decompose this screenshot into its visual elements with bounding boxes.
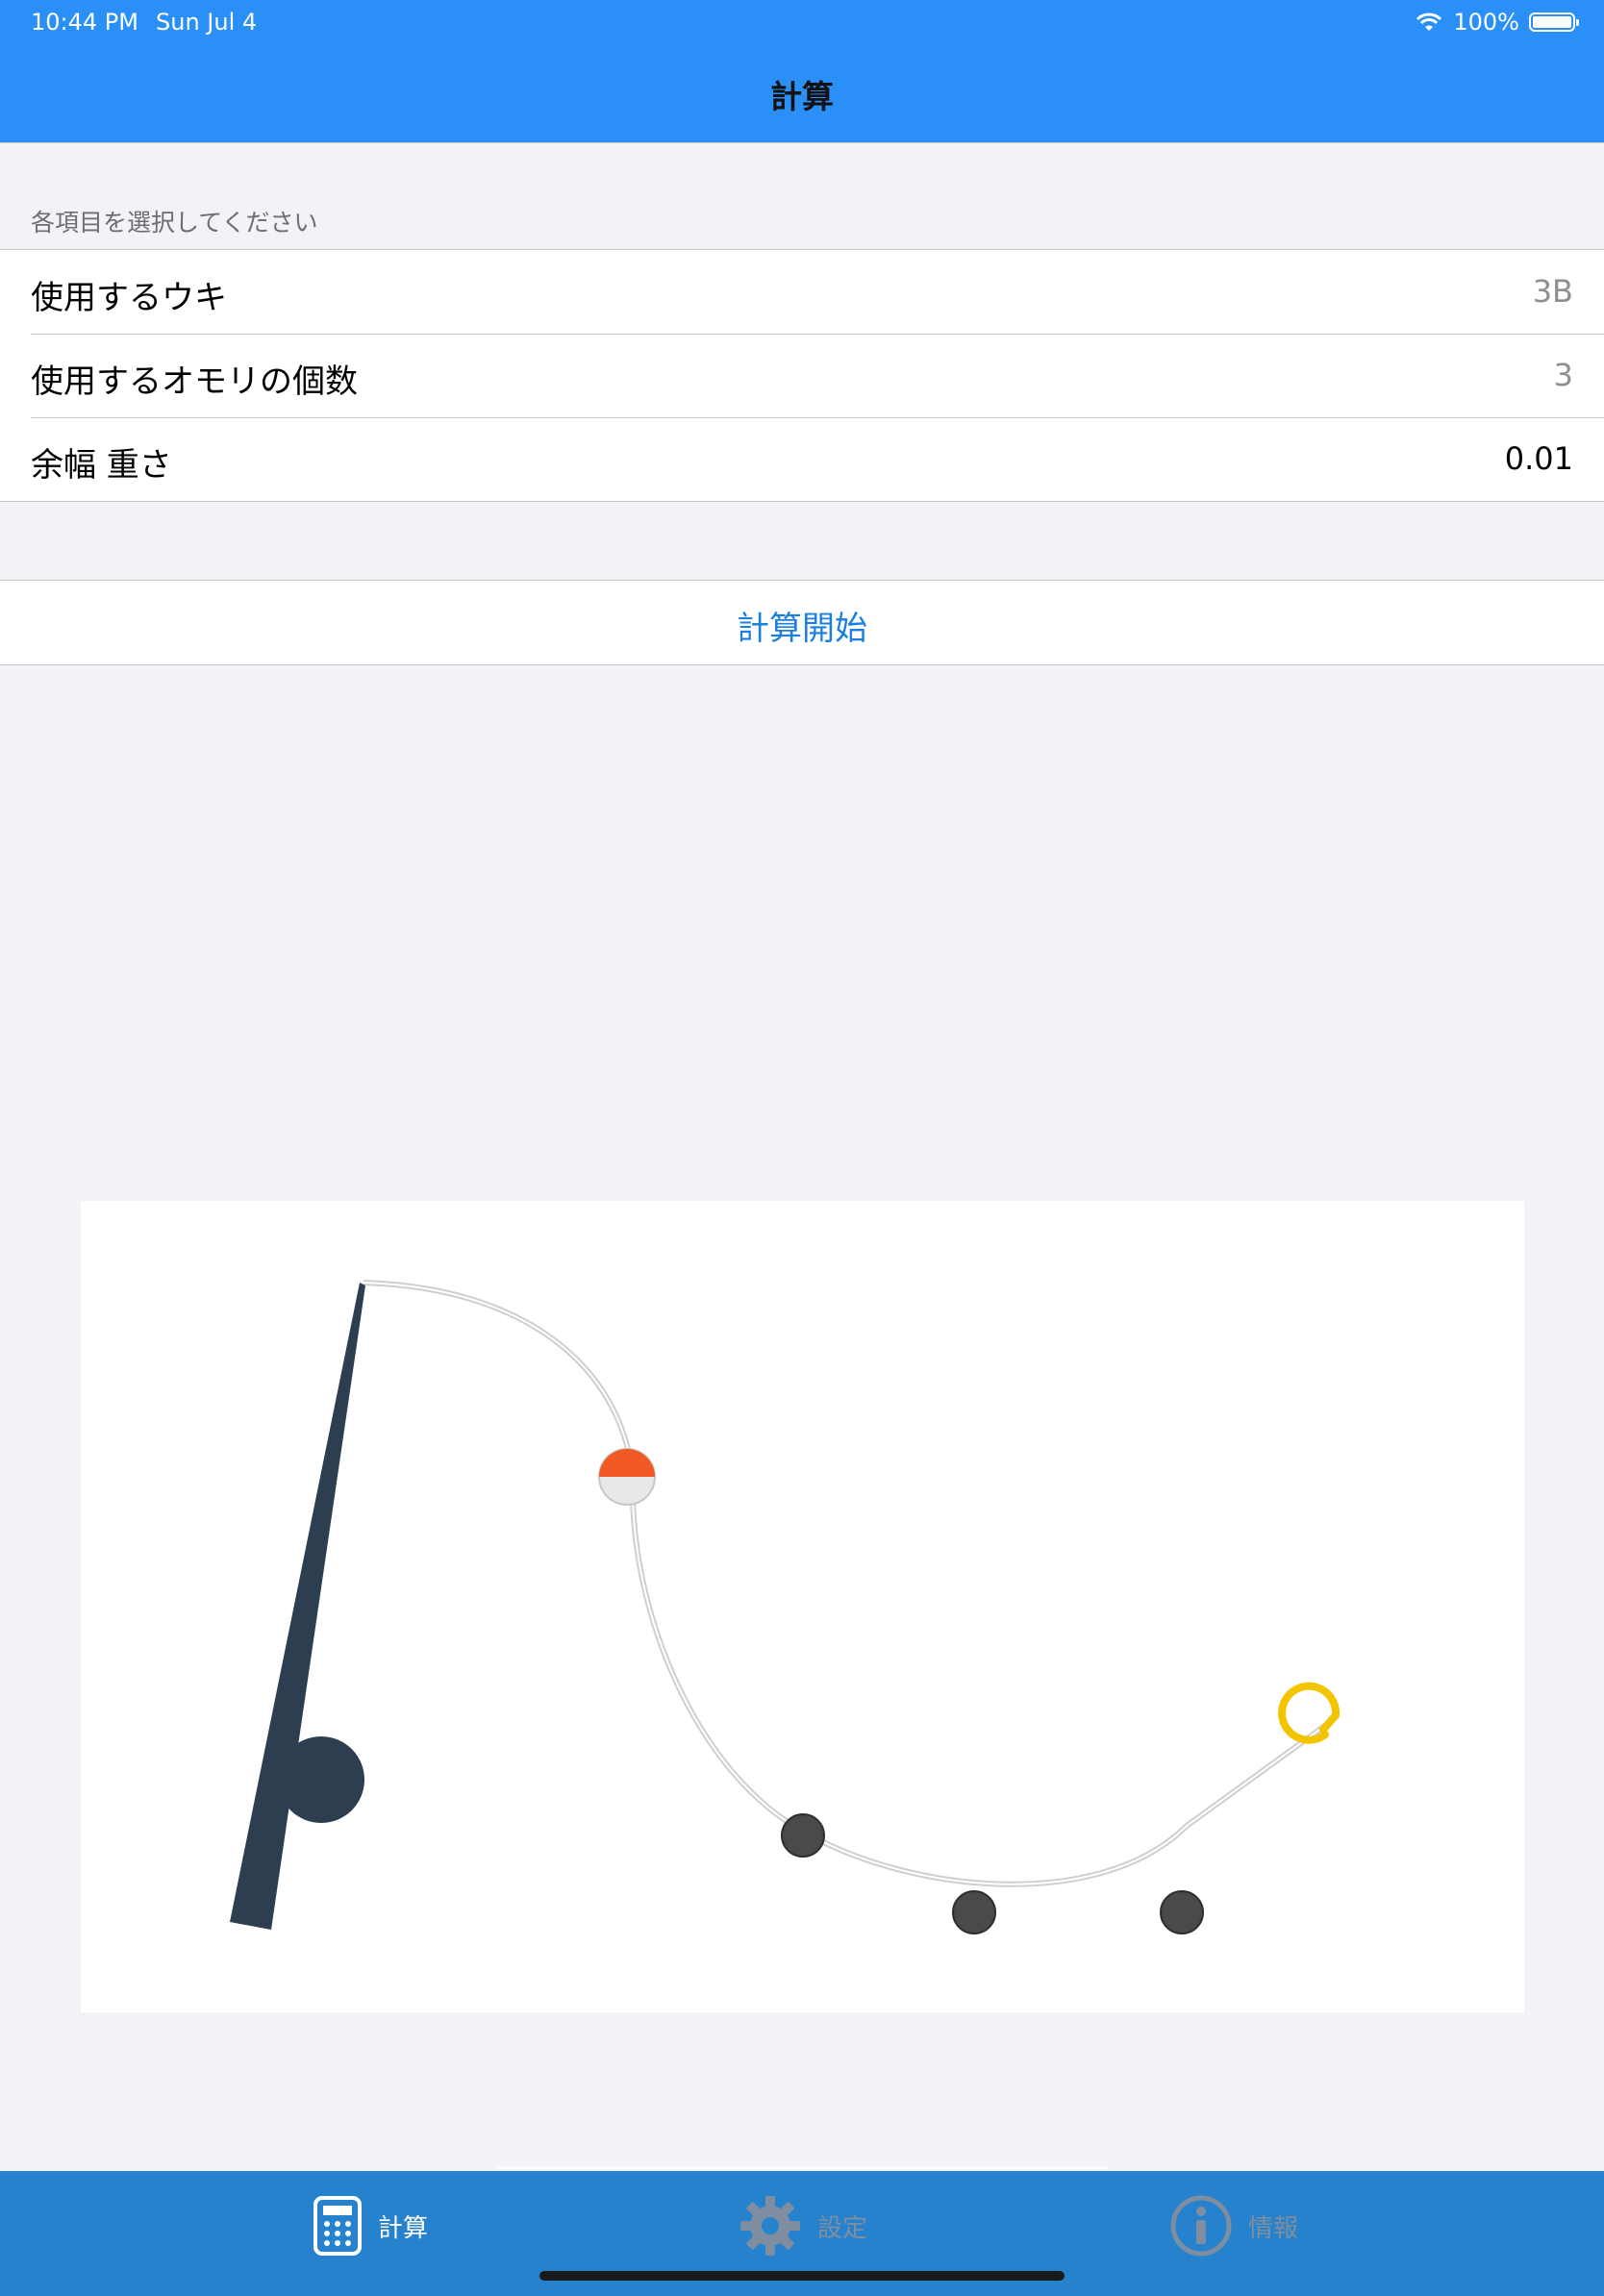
hook-icon bbox=[1278, 1682, 1341, 1744]
home-indicator bbox=[539, 2271, 1065, 2281]
start-calculation-label: 計算開始 bbox=[737, 610, 867, 648]
fishing-rig-graphic bbox=[230, 1280, 1341, 1934]
row-margin-weight-value: 0.01 bbox=[1504, 440, 1573, 477]
info-icon bbox=[1170, 2195, 1232, 2257]
status-date: Sun Jul 4 bbox=[156, 9, 258, 36]
row-margin-weight-label: 余幅 重さ bbox=[31, 446, 172, 485]
wifi-icon bbox=[1416, 12, 1442, 31]
row-float-value: 3B bbox=[1532, 273, 1573, 310]
page-title: 計算 bbox=[770, 78, 834, 115]
fishing-illustration bbox=[81, 1201, 1524, 2012]
status-indicators: 100% bbox=[1415, 9, 1579, 36]
tab-bar-divider bbox=[496, 2166, 1108, 2169]
sinker-3 bbox=[1160, 1890, 1204, 1934]
row-float-label: 使用するウキ bbox=[31, 279, 227, 317]
float-icon bbox=[598, 1448, 656, 1506]
battery-icon bbox=[1529, 12, 1579, 32]
calculator-icon bbox=[313, 2196, 362, 2256]
row-sinker-count-value: 3 bbox=[1553, 357, 1573, 393]
tab-settings-label: 設定 bbox=[817, 2213, 868, 2243]
section-header: 各項目を選択してください bbox=[31, 209, 318, 237]
navigation-bar: 計算 bbox=[0, 46, 1604, 143]
start-calculation-button[interactable]: 計算開始 bbox=[0, 580, 1604, 665]
tab-calculate-label: 計算 bbox=[378, 2213, 429, 2243]
reel bbox=[278, 1736, 364, 1823]
row-sinker-count-label: 使用するオモリの個数 bbox=[31, 362, 358, 401]
status-time: 10:44 PM bbox=[31, 9, 138, 36]
row-sinker-count[interactable]: 使用するオモリの個数 3 bbox=[0, 334, 1604, 417]
settings-table: 使用するウキ 3B 使用するオモリの個数 3 余幅 重さ 0.01 bbox=[0, 249, 1604, 502]
battery-percent: 100% bbox=[1453, 9, 1519, 36]
gear-icon bbox=[740, 2196, 800, 2256]
status-bar: 10:44 PM Sun Jul 4 100% bbox=[0, 0, 1604, 46]
row-margin-weight[interactable]: 余幅 重さ 0.01 bbox=[0, 417, 1604, 501]
fishing-line bbox=[363, 1280, 1328, 1887]
sinker-2 bbox=[952, 1890, 996, 1934]
row-float[interactable]: 使用するウキ 3B bbox=[0, 250, 1604, 334]
tab-info-label: 情報 bbox=[1248, 2213, 1299, 2243]
sinker-1 bbox=[781, 1813, 825, 1858]
rod bbox=[230, 1283, 365, 1930]
tab-calculate[interactable]: 計算 bbox=[313, 2192, 428, 2259]
tab-info[interactable]: 情報 bbox=[1169, 2192, 1298, 2259]
tab-settings[interactable]: 設定 bbox=[739, 2192, 867, 2259]
